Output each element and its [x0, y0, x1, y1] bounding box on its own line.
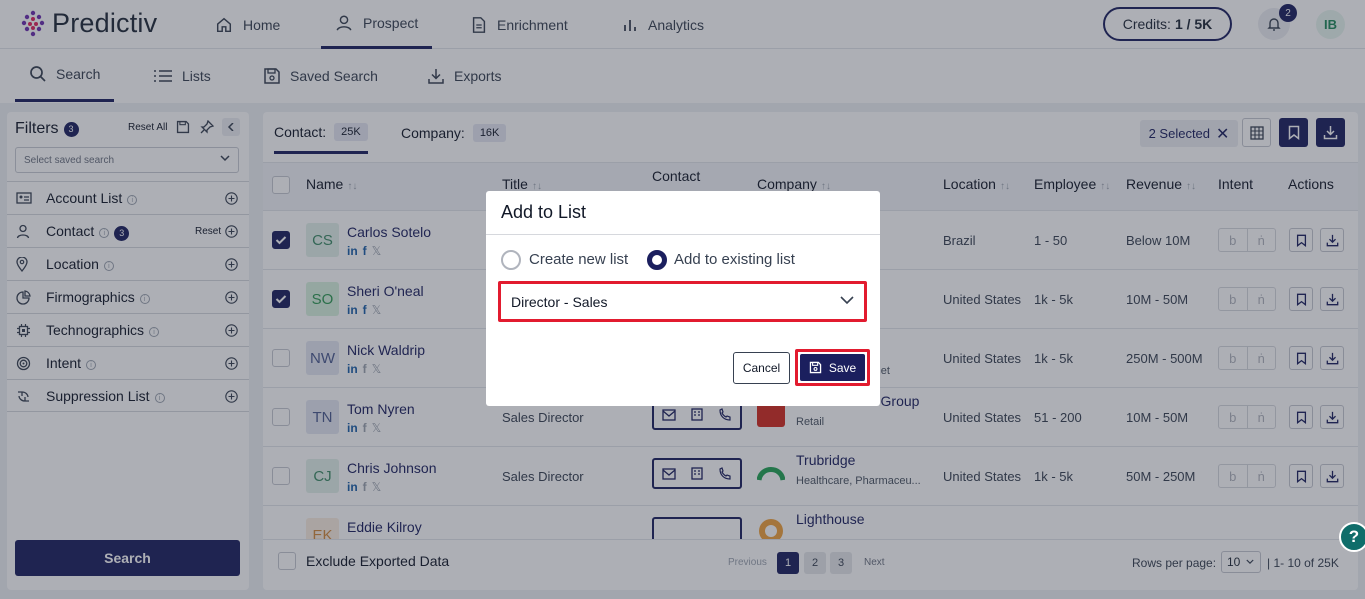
- add-existing-list-label[interactable]: Add to existing list: [674, 251, 795, 268]
- add-existing-list-radio[interactable]: [647, 250, 667, 270]
- cancel-button[interactable]: Cancel: [733, 352, 790, 384]
- save-button[interactable]: Save: [800, 354, 865, 381]
- create-new-list-label[interactable]: Create new list: [529, 251, 628, 268]
- save-button-label: Save: [828, 360, 857, 375]
- modal-divider: [486, 234, 880, 235]
- floppy-icon: [809, 361, 822, 374]
- question-icon: ?: [1348, 527, 1360, 546]
- create-new-list-radio[interactable]: [501, 250, 521, 270]
- modal-title: Add to List: [501, 202, 587, 222]
- add-to-list-modal: Add to List Create new list Add to exist…: [486, 191, 880, 406]
- help-button[interactable]: ?: [1339, 522, 1365, 552]
- save-highlight: Save: [795, 349, 870, 386]
- selected-list-value: Director - Sales: [511, 293, 608, 310]
- existing-list-select[interactable]: Director - Sales: [498, 281, 867, 322]
- chevron-down-icon: [840, 296, 854, 305]
